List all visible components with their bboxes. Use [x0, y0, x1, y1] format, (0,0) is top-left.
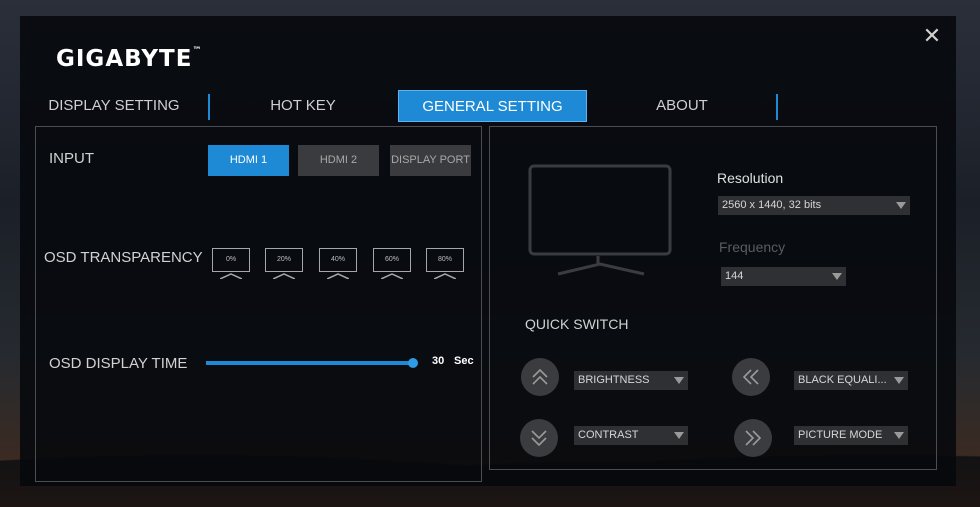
- close-icon[interactable]: ✕: [922, 25, 942, 47]
- quick-switch-right-button[interactable]: [734, 419, 772, 457]
- gigabyte-logo: GIGABYTE™: [56, 46, 203, 72]
- chevron-down-icon: [894, 432, 904, 439]
- monitor-stand-icon: [220, 273, 242, 279]
- osd-display-time-unit: Sec: [454, 355, 474, 367]
- resolution-label: Resolution: [717, 170, 784, 186]
- transparency-20-option[interactable]: 20%: [265, 248, 303, 280]
- osd-display-time-label: OSD DISPLAY TIME: [49, 355, 188, 372]
- chevron-down-icon: [832, 273, 842, 280]
- monitor-icon: [528, 164, 672, 276]
- hdmi1-button[interactable]: HDMI 1: [208, 145, 289, 176]
- double-chevron-up-icon: [532, 368, 548, 385]
- quick-switch-left-button[interactable]: [732, 358, 770, 396]
- transparency-value: 0%: [212, 248, 250, 272]
- transparency-0-option[interactable]: 0%: [212, 248, 250, 280]
- transparency-40-option[interactable]: 40%: [319, 248, 357, 280]
- tab-hot-key[interactable]: HOT KEY: [230, 90, 376, 122]
- chevron-down-icon: [674, 377, 684, 384]
- tab-about[interactable]: ABOUT: [610, 90, 754, 122]
- osd-transparency-label: OSD TRANSPARENCY: [44, 249, 203, 266]
- monitor-stand-icon: [327, 273, 349, 279]
- quick-right-select[interactable]: PICTURE MODE: [794, 426, 908, 445]
- quick-down-select[interactable]: CONTRAST: [574, 426, 688, 445]
- frequency-value: 144: [725, 270, 744, 282]
- frequency-label: Frequency: [719, 239, 786, 255]
- monitor-stand-icon: [273, 273, 295, 279]
- osd-display-time-value: 30: [432, 355, 445, 367]
- monitor-stand-icon: [434, 273, 456, 279]
- displayport-button[interactable]: DISPLAY PORT: [390, 145, 471, 176]
- monitor-stand-icon: [381, 273, 403, 279]
- osd-display-time-slider[interactable]: [206, 361, 414, 365]
- transparency-80-option[interactable]: 80%: [426, 248, 464, 280]
- double-chevron-left-icon: [742, 369, 759, 385]
- tab-bar: DISPLAY SETTING HOT KEY GENERAL SETTING …: [20, 90, 800, 122]
- transparency-60-option[interactable]: 60%: [373, 248, 411, 280]
- hdmi2-button[interactable]: HDMI 2: [298, 145, 379, 176]
- tab-separator: [208, 94, 210, 120]
- double-chevron-down-icon: [531, 430, 547, 447]
- osd-sidekick-window: ✕ GIGABYTE™ DISPLAY SETTING HOT KEY GENE…: [20, 16, 956, 486]
- input-label: INPUT: [49, 150, 94, 167]
- double-chevron-right-icon: [745, 430, 762, 446]
- quick-down-value: CONTRAST: [578, 429, 639, 441]
- quick-up-select[interactable]: BRIGHTNESS: [574, 371, 688, 390]
- frequency-select[interactable]: 144: [721, 267, 846, 286]
- transparency-value: 60%: [373, 248, 411, 272]
- resolution-select[interactable]: 2560 x 1440, 32 bits: [718, 196, 910, 215]
- quick-up-value: BRIGHTNESS: [578, 374, 650, 386]
- general-settings-panel: [35, 126, 482, 482]
- transparency-value: 20%: [265, 248, 303, 272]
- quick-switch-up-button[interactable]: [521, 358, 559, 396]
- chevron-down-icon: [896, 202, 906, 209]
- quick-switch-label: QUICK SWITCH: [525, 316, 629, 332]
- chevron-down-icon: [894, 377, 904, 384]
- quick-switch-down-button[interactable]: [520, 419, 558, 457]
- transparency-value: 80%: [426, 248, 464, 272]
- quick-left-value: BLACK EQUALI...: [798, 374, 887, 386]
- tab-separator: [776, 94, 778, 120]
- tab-display-setting[interactable]: DISPLAY SETTING: [38, 90, 190, 122]
- quick-left-select[interactable]: BLACK EQUALI...: [794, 371, 908, 390]
- osd-display-time-slider-handle[interactable]: [408, 358, 418, 368]
- quick-right-value: PICTURE MODE: [798, 429, 883, 441]
- chevron-down-icon: [674, 432, 684, 439]
- resolution-value: 2560 x 1440, 32 bits: [722, 199, 822, 211]
- tab-general-setting[interactable]: GENERAL SETTING: [398, 90, 587, 122]
- transparency-value: 40%: [319, 248, 357, 272]
